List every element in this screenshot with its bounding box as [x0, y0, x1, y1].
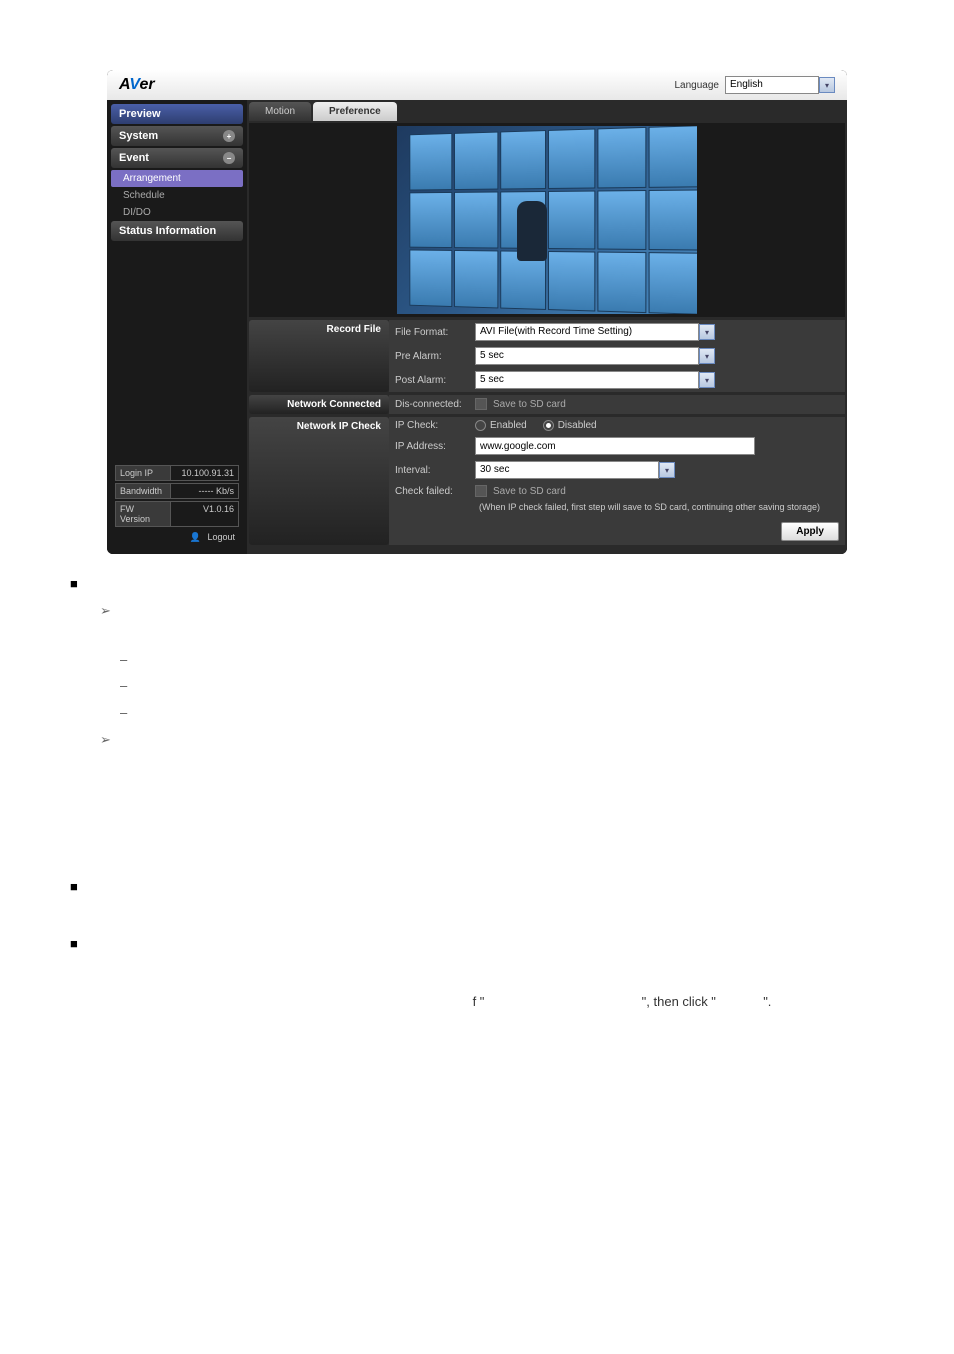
tab-preference[interactable]: Preference [313, 102, 397, 121]
save-sd-checkbox[interactable] [475, 398, 487, 410]
pre-alarm-label: Pre Alarm: [395, 351, 475, 362]
nav-system[interactable]: System + [111, 126, 243, 146]
collapse-icon: − [223, 152, 235, 164]
chevron-down-icon: ▾ [699, 324, 715, 340]
tab-motion[interactable]: Motion [249, 102, 311, 121]
ip-check-label: IP Check: [395, 420, 475, 431]
top-header: AVer Language English ▾ [107, 70, 847, 100]
post-alarm-select[interactable]: 5 sec ▾ [475, 371, 715, 389]
save-sd-label: Save to SD card [493, 399, 566, 410]
nav-event-schedule[interactable]: Schedule [111, 187, 243, 204]
logout-icon: 👤 [190, 532, 201, 543]
document-body-text: ■ ➢ – – – ➢ ■ ■ f " ", then click " ". [70, 574, 884, 1014]
pre-alarm-select[interactable]: 5 sec ▾ [475, 347, 715, 365]
ip-address-input[interactable] [475, 437, 755, 455]
file-format-select[interactable]: AVI File(with Record Time Setting) ▾ [475, 323, 715, 341]
ip-address-label: IP Address: [395, 441, 475, 452]
ip-check-hint: (When IP check failed, first step will s… [389, 500, 845, 518]
logout-link[interactable]: 👤 Logout [115, 529, 239, 546]
info-bandwidth: Bandwidth ----- Kb/s [115, 483, 239, 499]
chevron-down-icon: ▾ [699, 372, 715, 388]
nav-event-arrangement[interactable]: Arrangement [111, 170, 243, 187]
brand-logo: AVer [119, 76, 155, 94]
ip-check-enabled-radio[interactable] [475, 420, 486, 431]
chevron-down-icon: ▾ [819, 77, 835, 93]
apply-button[interactable]: Apply [781, 522, 839, 541]
disconnected-label: Dis-connected: [395, 399, 475, 410]
section-record-file: Record File File Format: AVI File(with R… [249, 320, 845, 392]
post-alarm-label: Post Alarm: [395, 375, 475, 386]
camera-preview [249, 123, 845, 317]
check-failed-save-sd-label: Save to SD card [493, 486, 566, 497]
section-network-connected: Network Connected Dis-connected: Save to… [249, 395, 845, 414]
section-network-ip-check: Network IP Check IP Check: Enabled [249, 417, 845, 545]
interval-select[interactable]: 30 sec ▾ [475, 461, 675, 479]
ip-check-disabled-radio[interactable] [543, 420, 554, 431]
expand-icon: + [223, 130, 235, 142]
chevron-down-icon: ▾ [659, 462, 675, 478]
caption-fragment-3: ". [763, 994, 771, 1009]
enabled-label: Enabled [490, 420, 527, 431]
sidebar: Preview System + Event − Arrangement Sch… [107, 100, 247, 554]
info-login-ip: Login IP 10.100.91.31 [115, 465, 239, 481]
chevron-down-icon: ▾ [699, 348, 715, 364]
nav-event[interactable]: Event − [111, 148, 243, 168]
nav-status-information[interactable]: Status Information [111, 221, 243, 241]
file-format-label: File Format: [395, 327, 475, 338]
check-failed-label: Check failed: [395, 486, 475, 497]
nav-event-dido[interactable]: DI/DO [111, 204, 243, 221]
disabled-label: Disabled [558, 420, 597, 431]
caption-fragment-1: f " [473, 994, 485, 1009]
nav-preview[interactable]: Preview [111, 104, 243, 124]
language-label: Language [675, 80, 720, 91]
info-fw-version: FW Version V1.0.16 [115, 501, 239, 527]
check-failed-save-sd-checkbox[interactable] [475, 485, 487, 497]
caption-fragment-2: ", then click " [642, 994, 716, 1009]
interval-label: Interval: [395, 465, 475, 476]
language-select[interactable]: English ▾ [725, 76, 835, 94]
app-window: AVer Language English ▾ Preview System +… [107, 70, 847, 554]
content-area: Motion Preference [247, 100, 847, 554]
